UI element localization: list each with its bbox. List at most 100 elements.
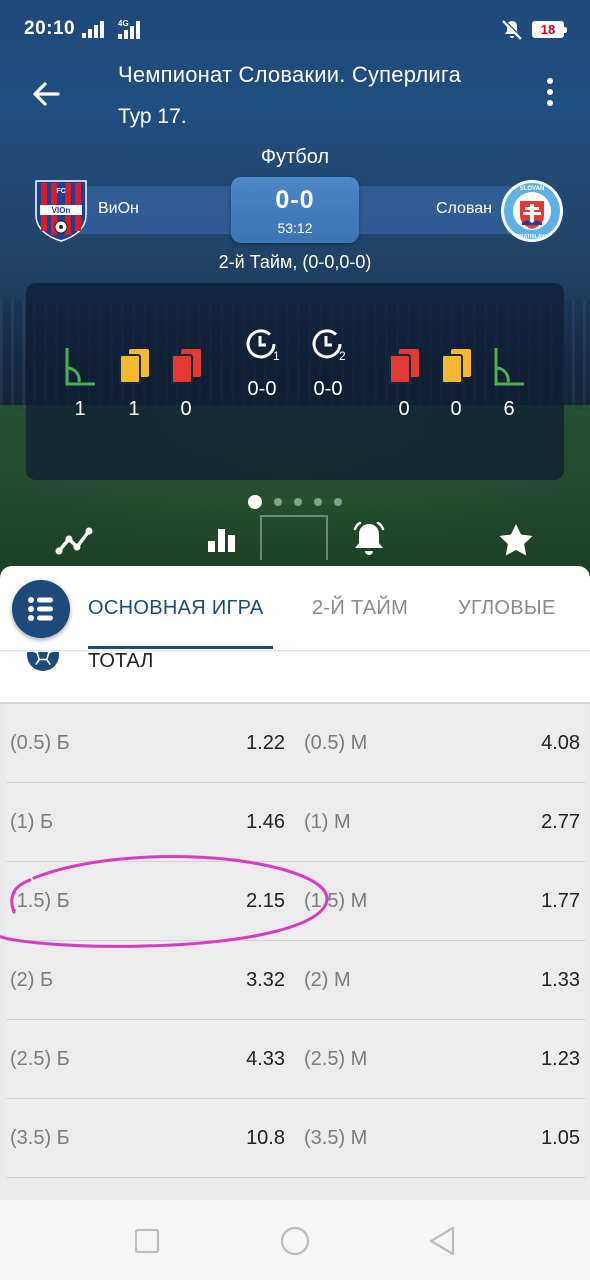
bell-muted-icon [502, 19, 523, 40]
corner-flag-icon [494, 348, 524, 386]
status-bar: 20:10 4G 18 [0, 0, 590, 60]
under-odd: 4.08 [541, 732, 580, 754]
home-icon[interactable] [277, 1223, 313, 1259]
tab-main-game[interactable]: ОСНОВНАЯ ИГРА [88, 597, 264, 620]
red-card-icon [389, 349, 419, 384]
yellow-card-icon [119, 349, 149, 384]
page-dot[interactable] [294, 497, 302, 506]
svg-text:2: 2 [339, 349, 346, 363]
over-label: (1) Б [10, 811, 54, 833]
home-red-stat: 0 [166, 346, 206, 421]
odds-row: (2) Б 3.32 (2) М 1.33 [6, 941, 586, 1020]
under-label: (0.5) М [304, 732, 368, 754]
sport-label: Футбол [260, 146, 330, 168]
over-label: (1.5) Б [10, 890, 70, 912]
under-label: (3.5) М [304, 1127, 368, 1149]
corner-flag-icon [65, 348, 95, 386]
away-red-count: 0 [398, 398, 410, 420]
svg-text:FC: FC [56, 188, 65, 195]
page-title: Чемпионат Словакии. Суперлига [118, 62, 462, 87]
over-odd: 10.8 [246, 1127, 285, 1149]
away-red-stat: 0 [384, 346, 424, 421]
over-label: (2.5) Б [10, 1048, 70, 1070]
battery-level: 18 [540, 22, 556, 37]
home-team-name: ВиОн [98, 200, 139, 217]
away-corners-count: 6 [503, 398, 515, 420]
clock-1-icon: 1 [246, 329, 280, 363]
svg-text:VIOn: VIOn [52, 206, 71, 215]
under-odd: 1.77 [541, 890, 580, 912]
over-odd: 3.32 [246, 969, 285, 991]
svg-text:1: 1 [273, 349, 280, 363]
home-yellow-count: 1 [128, 398, 140, 420]
home-yellow-stat: 1 [114, 346, 154, 421]
active-tab-indicator [88, 646, 273, 649]
more-vertical-icon[interactable] [544, 78, 556, 108]
odds-row: (3.5) Б 10.8 (3.5) М 1.05 [6, 1099, 586, 1178]
under-label: (1) М [304, 811, 351, 833]
line-chart-icon[interactable] [54, 521, 94, 557]
yellow-card-icon [441, 349, 471, 384]
market-group-title: ТОТАЛ [88, 650, 154, 672]
under-odd: 1.33 [541, 969, 580, 991]
home-team-logo: VIOn FC [35, 180, 87, 242]
odds-table: (0.5) Б 1.22 (0.5) М 4.08 (1) Б 1.46 (1)… [6, 704, 586, 1178]
under-label: (1.5) М [304, 890, 368, 912]
away-team-name: Слован [435, 200, 492, 217]
odds-row: (1.5) Б 2.15 (1.5) М 1.77 [6, 862, 586, 941]
under-odd: 2.77 [541, 811, 580, 833]
back-triangle-icon[interactable] [424, 1223, 460, 1259]
home-red-count: 0 [180, 398, 192, 420]
match-score: 0-0 [275, 186, 315, 214]
tab-second-half[interactable]: 2-Й ТАЙМ [312, 597, 408, 620]
second-half-score: 0-0 [313, 378, 343, 400]
home-team-bar [70, 186, 240, 234]
star-icon[interactable] [496, 521, 536, 557]
signal-4g-icon: 4G [118, 19, 140, 39]
page-dot[interactable] [334, 497, 342, 506]
status-time: 20:10 [24, 18, 76, 39]
away-team-logo: SLOVAN BRATISLAVA [501, 180, 563, 242]
page-dot[interactable] [248, 494, 262, 509]
svg-text:4G: 4G [118, 19, 129, 28]
first-half-stat: 1 0-0 [237, 325, 287, 401]
over-odd: 2.15 [246, 890, 285, 912]
page-subtitle: Тур 17. [118, 105, 187, 128]
away-corners-stat: 6 [489, 346, 529, 421]
odds-row: (2.5) Б 4.33 (2.5) М 1.23 [6, 1020, 586, 1099]
markets-card [0, 566, 590, 702]
second-half-stat: 2 0-0 [303, 325, 353, 401]
bell-icon[interactable] [349, 521, 389, 557]
page-dot[interactable] [314, 497, 322, 506]
score-box: 0-0 53:12 [231, 177, 359, 243]
home-corners-stat: 1 [60, 346, 100, 421]
over-odd: 4.33 [246, 1048, 285, 1070]
arrow-left-icon[interactable] [28, 76, 64, 112]
odds-row: (0.5) Б 1.22 (0.5) М 4.08 [6, 704, 586, 783]
over-label: (3.5) Б [10, 1127, 70, 1149]
first-half-score: 0-0 [247, 378, 277, 400]
under-odd: 1.23 [541, 1048, 580, 1070]
away-yellow-count: 0 [450, 398, 462, 420]
over-odd: 1.22 [246, 732, 285, 754]
over-label: (2) Б [10, 969, 54, 991]
under-label: (2.5) М [304, 1048, 368, 1070]
soccer-ball-icon [26, 652, 60, 672]
menu-button[interactable] [12, 580, 70, 638]
bar-chart-icon[interactable] [201, 521, 241, 557]
list-icon [28, 597, 53, 621]
match-stats-panel [26, 283, 564, 480]
page-indicator [0, 493, 590, 511]
red-card-icon [171, 349, 201, 384]
page-dot[interactable] [274, 497, 282, 506]
home-corners-count: 1 [74, 398, 86, 420]
match-time: 53:12 [277, 220, 313, 236]
recent-apps-icon[interactable] [129, 1223, 165, 1259]
away-yellow-stat: 0 [436, 346, 476, 421]
svg-text:SLOVAN: SLOVAN [520, 186, 545, 192]
battery-icon: 18 [532, 21, 567, 38]
tab-corners[interactable]: УГЛОВЫЕ [458, 597, 556, 620]
clock-2-icon: 2 [312, 329, 346, 363]
over-odd: 1.46 [246, 811, 285, 833]
pitch-goal-area [260, 515, 328, 560]
